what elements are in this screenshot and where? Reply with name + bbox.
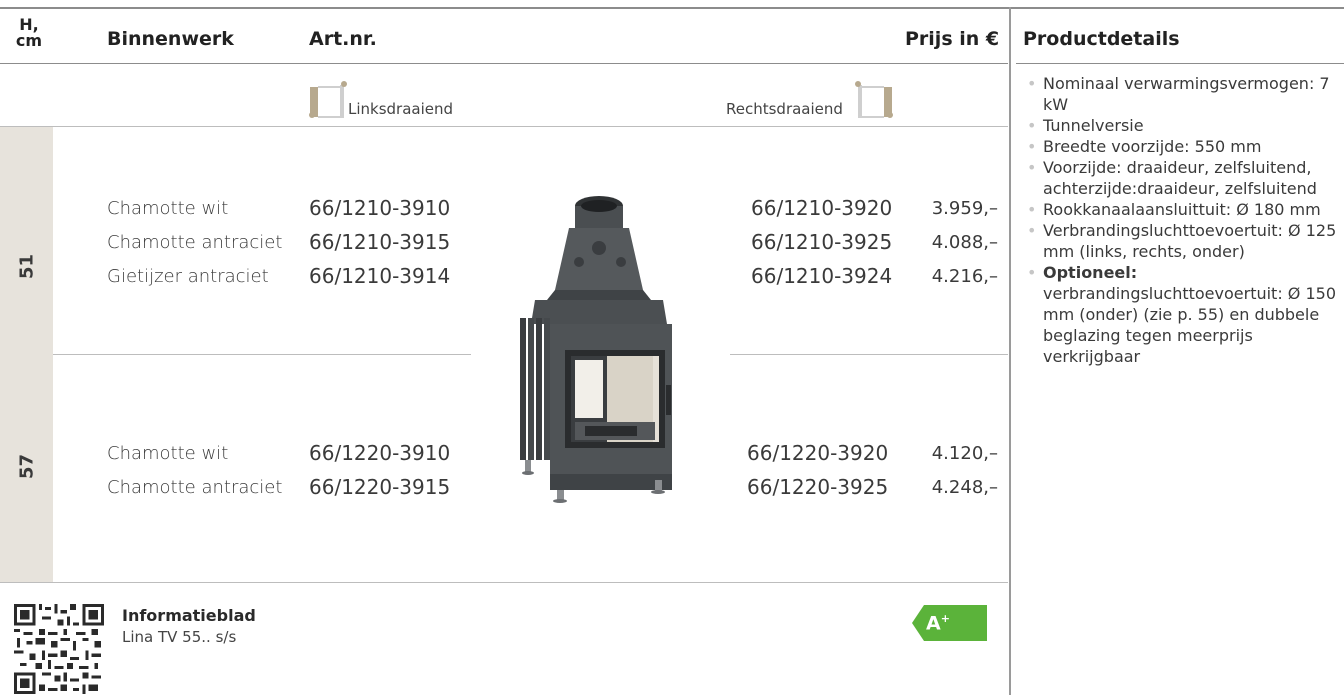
column-divider	[1009, 7, 1011, 695]
artnr-left-cell: 66/1210-3910	[309, 196, 451, 220]
row-rule-2-right	[730, 354, 1008, 355]
height-header: H, cm	[14, 17, 44, 49]
price-cell: 4.120,–	[931, 443, 998, 464]
energy-class-letter: A	[926, 612, 941, 635]
row-rule-3	[0, 582, 1008, 583]
row-rule-2-left	[53, 354, 471, 355]
left-door-icon	[309, 81, 347, 118]
price-header: Prijs in €	[905, 28, 1000, 50]
footer-title: Informatieblad	[122, 606, 256, 625]
height-value-51: 51	[16, 253, 38, 280]
detail-item: Rookkanaalaansluittuit: Ø 180 mm	[1023, 199, 1338, 220]
row-rule-1	[0, 126, 1008, 127]
detail-item: Nominaal verwarmingsvermogen: 7 kW	[1023, 73, 1338, 115]
stove-image	[520, 196, 672, 503]
artnr-header: Art.nr.	[309, 28, 377, 50]
energy-class-plus: +	[940, 612, 950, 625]
binnenwerk-cell: Gietijzer antraciet	[107, 266, 269, 287]
artnr-right-cell: 66/1220-3920	[747, 441, 889, 465]
price-cell: 4.248,–	[931, 477, 998, 498]
artnr-left-cell: 66/1210-3914	[309, 264, 451, 288]
header-rule	[0, 63, 1008, 64]
detail-item-optional: Optioneel: verbrandingsluchttoevoertuit:…	[1023, 262, 1338, 367]
price-cell: 3.959,–	[931, 198, 998, 219]
footer-subtitle: Lina TV 55.. s/s	[122, 628, 237, 646]
binnenwerk-cell: Chamotte antraciet	[107, 232, 283, 253]
right-door-label: Rechtsdraaiend	[726, 100, 843, 118]
optional-text: verbrandingsluchttoevoertuit: Ø 150 mm (…	[1043, 284, 1337, 366]
binnenwerk-cell: Chamotte wit	[107, 198, 229, 219]
optional-label: Optioneel:	[1043, 263, 1138, 282]
height-header-unit: cm	[15, 31, 43, 50]
binnenwerk-cell: Chamotte antraciet	[107, 477, 283, 498]
height-value-57: 57	[16, 453, 38, 480]
detail-item: Tunnelversie	[1023, 115, 1338, 136]
productdetails-header: Productdetails	[1023, 28, 1180, 50]
price-cell: 4.088,–	[931, 232, 998, 253]
price-cell: 4.216,–	[931, 266, 998, 287]
artnr-left-cell: 66/1220-3910	[309, 441, 451, 465]
product-details-list: Nominaal verwarmingsvermogen: 7 kW Tunne…	[1023, 73, 1338, 367]
top-rule	[0, 7, 1344, 9]
height-band	[0, 127, 53, 582]
binnenwerk-cell: Chamotte wit	[107, 443, 229, 464]
artnr-left-cell: 66/1220-3915	[309, 475, 451, 499]
header-rule-details	[1016, 63, 1344, 64]
detail-item: Voorzijde: draaideur, zelfsluitend, acht…	[1023, 157, 1338, 199]
binnenwerk-header: Binnenwerk	[107, 28, 234, 50]
qr-code-image	[14, 604, 104, 694]
artnr-right-cell: 66/1210-3925	[751, 230, 893, 254]
artnr-right-cell: 66/1210-3924	[751, 264, 893, 288]
artnr-right-cell: 66/1220-3925	[747, 475, 889, 499]
artnr-right-cell: 66/1210-3920	[751, 196, 893, 220]
energy-class-text: A+	[926, 612, 950, 634]
detail-item: Breedte voorzijde: 550 mm	[1023, 136, 1338, 157]
detail-item: Verbrandingsluchttoevoertuit: Ø 125 mm (…	[1023, 220, 1338, 262]
left-door-label: Linksdraaiend	[348, 100, 454, 118]
artnr-left-cell: 66/1210-3915	[309, 230, 451, 254]
right-door-icon	[855, 81, 893, 118]
